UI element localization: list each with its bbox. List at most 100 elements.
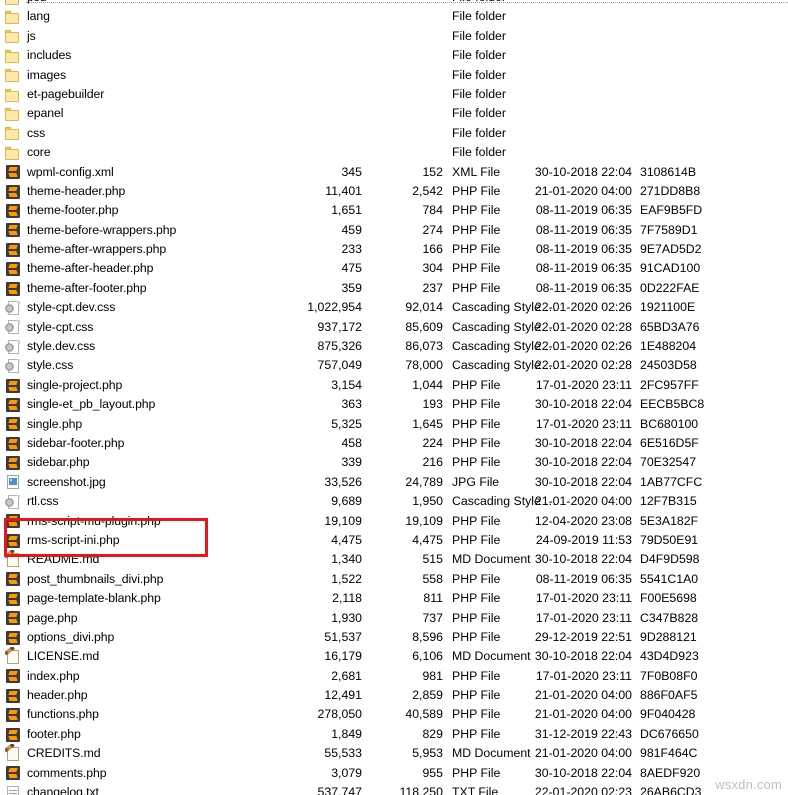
file-row[interactable]: css File folder: [0, 124, 788, 143]
file-row[interactable]: screenshot.jpg 33,526 24,789 JPG File 30-10-…: [0, 473, 788, 492]
file-name-cell[interactable]: theme-footer.php: [5, 201, 285, 220]
file-name-cell[interactable]: index.php: [5, 667, 285, 686]
file-row[interactable]: page-template-blank.php 2,118 811 PHP File 1…: [0, 589, 788, 608]
file-name-cell[interactable]: style.dev.css: [5, 337, 285, 356]
file-name-cell[interactable]: page.php: [5, 609, 285, 628]
file-name-cell[interactable]: images: [5, 66, 285, 85]
file-name-cell[interactable]: theme-after-footer.php: [5, 279, 285, 298]
file-modified-cell: 22-01-2020 02:28: [534, 319, 632, 334]
file-row[interactable]: functions.php 278,050 40,589 PHP File 21-01-…: [0, 705, 788, 724]
file-name-cell[interactable]: header.php: [5, 686, 285, 705]
file-modified-cell: 22-01-2020 02:28: [534, 358, 632, 373]
file-row[interactable]: style-cpt.css 937,172 85,609 Cascading Styl…: [0, 318, 788, 337]
file-name-cell[interactable]: rtl.css: [5, 492, 285, 511]
file-name-cell[interactable]: style-cpt.css: [5, 318, 285, 337]
file-name-label: theme-after-header.php: [27, 261, 154, 276]
file-name-cell[interactable]: sidebar-footer.php: [5, 434, 285, 453]
file-name-label: single-project.php: [27, 377, 123, 392]
file-name-cell[interactable]: post_thumbnails_divi.php: [5, 570, 285, 589]
file-row[interactable]: theme-after-footer.php 359 237 PHP File 08-1…: [0, 279, 788, 298]
file-crc-cell: 43D4D923: [640, 649, 699, 664]
file-packed-cell: 92,014: [405, 300, 443, 315]
file-packed-cell: 784: [422, 203, 443, 218]
file-name-cell[interactable]: et-pagebuilder: [5, 85, 285, 104]
file-row[interactable]: options_divi.php 51,537 8,596 PHP File 29-12…: [0, 628, 788, 647]
md-icon: [5, 550, 21, 568]
file-row[interactable]: README.md 1,340 515 MD Document 30-10-2018 2…: [0, 550, 788, 569]
file-row[interactable]: js File folder: [0, 27, 788, 46]
file-packed-cell: 6,106: [412, 649, 443, 664]
file-row[interactable]: wpml-config.xml 345 152 XML File 30-10-2018 …: [0, 163, 788, 182]
file-row[interactable]: style.css 757,049 78,000 Cascading Style Sh…: [0, 356, 788, 375]
file-row[interactable]: rms-script-ini.php 4,475 4,475 PHP File 24-0…: [0, 531, 788, 550]
file-name-cell[interactable]: theme-after-header.php: [5, 259, 285, 278]
file-row[interactable]: et-pagebuilder File folder: [0, 85, 788, 104]
file-name-cell[interactable]: single-project.php: [5, 376, 285, 395]
file-row[interactable]: LICENSE.md 16,179 6,106 MD Document 30-10-20…: [0, 647, 788, 666]
file-row[interactable]: theme-after-header.php 475 304 PHP File 08-1…: [0, 259, 788, 278]
file-row[interactable]: sidebar-footer.php 458 224 PHP File 30-10-20…: [0, 434, 788, 453]
file-name-cell[interactable]: options_divi.php: [5, 628, 285, 647]
file-name-cell[interactable]: screenshot.jpg: [5, 473, 285, 492]
file-row[interactable]: includes File folder: [0, 46, 788, 65]
file-row[interactable]: single.php 5,325 1,645 PHP File 17-01-2020 2…: [0, 415, 788, 434]
file-name-cell[interactable]: theme-header.php: [5, 182, 285, 201]
file-row[interactable]: theme-before-wrappers.php 459 274 PHP File 0…: [0, 221, 788, 240]
file-name-cell[interactable]: style-cpt.dev.css: [5, 298, 285, 317]
file-name-cell[interactable]: theme-before-wrappers.php: [5, 221, 285, 240]
file-name-cell[interactable]: style.css: [5, 356, 285, 375]
file-row[interactable]: style.dev.css 875,326 86,073 Cascading Styl…: [0, 337, 788, 356]
file-row[interactable]: page.php 1,930 737 PHP File 17-01-2020 23:11…: [0, 609, 788, 628]
file-row[interactable]: lang File folder: [0, 7, 788, 26]
file-name-cell[interactable]: rms-script-mu-plugin.php: [5, 512, 285, 531]
file-row[interactable]: header.php 12,491 2,859 PHP File 21-01-2020 …: [0, 686, 788, 705]
file-row[interactable]: single-et_pb_layout.php 363 193 PHP File 30-…: [0, 395, 788, 414]
file-name-cell[interactable]: rms-script-ini.php: [5, 531, 285, 550]
file-name-cell[interactable]: js: [5, 27, 285, 46]
file-name-cell[interactable]: includes: [5, 46, 285, 65]
sublime-icon: [5, 378, 21, 394]
file-row[interactable]: images File folder: [0, 66, 788, 85]
file-name-cell[interactable]: theme-after-wrappers.php: [5, 240, 285, 259]
file-crc-cell: 3108614B: [640, 164, 697, 179]
file-name-cell[interactable]: footer.php: [5, 725, 285, 744]
file-name-cell[interactable]: page-template-blank.php: [5, 589, 285, 608]
file-row[interactable]: footer.php 1,849 829 PHP File 31-12-2019 22:…: [0, 725, 788, 744]
file-row[interactable]: single-project.php 3,154 1,044 PHP File 17-0…: [0, 376, 788, 395]
file-row[interactable]: core File folder: [0, 143, 788, 162]
file-row[interactable]: rms-script-mu-plugin.php 19,109 19,109 PHP …: [0, 512, 788, 531]
file-name-cell[interactable]: LICENSE.md: [5, 647, 285, 666]
file-row[interactable]: index.php 2,681 981 PHP File 17-01-2020 23:1…: [0, 667, 788, 686]
file-packed-cell: 829: [422, 726, 443, 741]
file-name-cell[interactable]: wpml-config.xml: [5, 163, 285, 182]
file-name-cell[interactable]: single-et_pb_layout.php: [5, 395, 285, 414]
file-row[interactable]: CREDITS.md 55,533 5,953 MD Document 21-01-20…: [0, 744, 788, 763]
sublime-icon: [5, 281, 21, 297]
file-row[interactable]: rtl.css 9,689 1,950 Cascading Style Sh... 21…: [0, 492, 788, 511]
file-name-cell[interactable]: README.md: [5, 550, 285, 569]
file-name-cell[interactable]: functions.php: [5, 705, 285, 724]
file-row[interactable]: comments.php 3,079 955 PHP File 30-10-2018 2…: [0, 764, 788, 783]
focus-rect-dotted: [26, 2, 788, 4]
file-row[interactable]: theme-header.php 11,401 2,542 PHP File 21-01…: [0, 182, 788, 201]
file-name-label: functions.php: [27, 707, 99, 722]
file-packed-cell: 40,589: [405, 707, 443, 722]
file-name-cell[interactable]: core: [5, 143, 285, 162]
file-name-cell[interactable]: changelog.txt: [5, 783, 285, 795]
file-name-label: theme-before-wrappers.php: [27, 222, 177, 237]
file-row[interactable]: changelog.txt 537,747 118,250 TXT File 22-01…: [0, 783, 788, 795]
file-name-cell[interactable]: lang: [5, 7, 285, 26]
file-name-cell[interactable]: css: [5, 124, 285, 143]
file-row[interactable]: epanel File folder: [0, 104, 788, 123]
file-name-cell[interactable]: epanel: [5, 104, 285, 123]
file-name-cell[interactable]: sidebar.php: [5, 453, 285, 472]
file-name-cell[interactable]: single.php: [5, 415, 285, 434]
file-row[interactable]: sidebar.php 339 216 PHP File 30-10-2018 22:0…: [0, 453, 788, 472]
file-name-cell[interactable]: comments.php: [5, 764, 285, 783]
file-row[interactable]: theme-footer.php 1,651 784 PHP File 08-11-20…: [0, 201, 788, 220]
file-row[interactable]: post_thumbnails_divi.php 1,522 558 PHP File…: [0, 570, 788, 589]
file-row[interactable]: style-cpt.dev.css 1,022,954 92,014 Cascadin…: [0, 298, 788, 317]
file-list[interactable]: psdFile folderlangFile folderjsFile fold…: [0, 0, 788, 795]
file-name-cell[interactable]: CREDITS.md: [5, 744, 285, 763]
file-row[interactable]: theme-after-wrappers.php 233 166 PHP File 08…: [0, 240, 788, 259]
